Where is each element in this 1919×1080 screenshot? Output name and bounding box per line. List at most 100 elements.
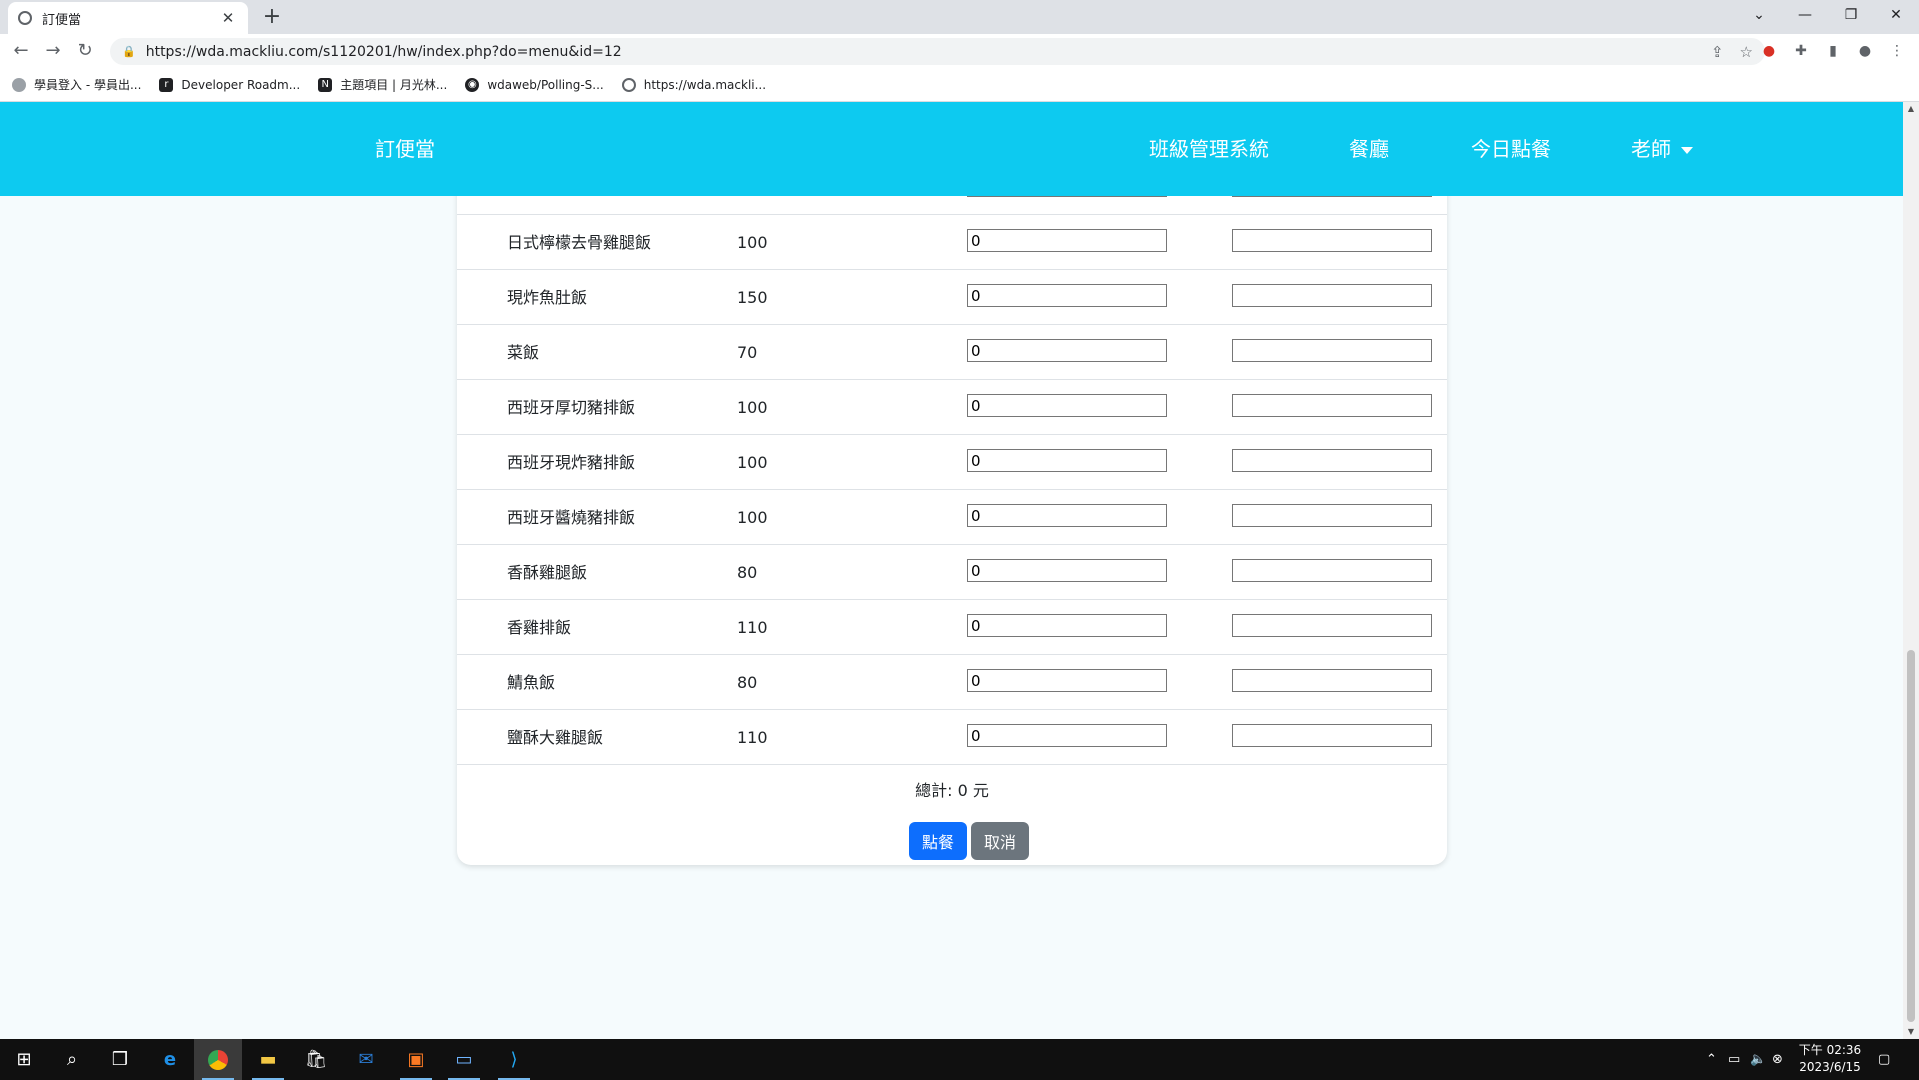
action-center-icon[interactable]: ▢ [1878, 1039, 1890, 1080]
menu-row: 日式檸檬去骨雞腿飯 100 [457, 215, 1447, 270]
scroll-down-arrow-icon[interactable]: ▼ [1903, 1025, 1919, 1039]
nav-dropdown-label: 老師 [1631, 137, 1671, 161]
quantity-input[interactable] [967, 449, 1167, 472]
search-icon[interactable]: ⌕ [48, 1039, 96, 1080]
github-icon: ◉ [465, 77, 480, 92]
note-input[interactable] [1232, 284, 1432, 307]
note-input[interactable] [1232, 394, 1432, 417]
chrome-icon[interactable] [194, 1039, 242, 1080]
note-input[interactable] [1232, 559, 1432, 582]
windows-taskbar: ⊞ ⌕ ❒ e ▬ 🛍 ✉ ▣ ▭ ⟩ ⌃ ▭ 🔈 ⊗ 下午 02:36 202… [0, 1039, 1919, 1080]
menu-item-price: 70 [737, 343, 758, 362]
nav-link-restaurants[interactable]: 餐廳 [1349, 102, 1389, 196]
tab-title: 訂便當 [42, 12, 82, 28]
vscode-icon[interactable]: ⟩ [490, 1039, 538, 1080]
extension-icon[interactable]: ● [1758, 41, 1780, 61]
clock-time: 下午 02:36 [1798, 1043, 1862, 1057]
page-scrollbar[interactable]: ▲ ▼ [1903, 102, 1919, 1039]
volume-muted-icon[interactable]: 🔈 [1750, 1039, 1766, 1080]
bookmark-item[interactable]: r Developer Roadm... [159, 77, 301, 92]
roadmap-icon: r [159, 77, 174, 92]
quantity-input[interactable] [967, 394, 1167, 417]
bookmark-item[interactable]: ◉ wdaweb/Polling-S... [465, 77, 604, 92]
menu-item-price: 110 [737, 728, 768, 747]
close-tab-icon[interactable]: ✕ [218, 9, 238, 27]
notification-badge-icon[interactable]: ⊗ [1772, 1039, 1783, 1080]
restore-button[interactable]: ❐ [1828, 0, 1874, 30]
bookmark-label: wdaweb/Polling-S... [487, 77, 604, 92]
back-icon[interactable]: ← [8, 39, 34, 63]
quantity-input[interactable] [967, 339, 1167, 362]
edge-icon[interactable]: e [146, 1039, 194, 1080]
quantity-input[interactable] [967, 724, 1167, 747]
bookmark-label: https://wda.mackli... [643, 77, 767, 92]
scroll-thumb[interactable] [1907, 650, 1915, 1022]
tab-search-icon[interactable]: ⌄ [1736, 0, 1782, 30]
file-explorer-icon[interactable]: ▬ [244, 1039, 292, 1080]
network-icon[interactable]: ▭ [1728, 1039, 1740, 1080]
bookmark-item[interactable]: N 主題項目 | 月光林... [318, 76, 447, 93]
share-icon[interactable]: ⇪ [1711, 43, 1724, 61]
browser-tab[interactable]: 訂便當 ✕ [8, 2, 248, 34]
menu-row: 菜飯 70 [457, 325, 1447, 380]
menu-item-name: 西班牙厚切豬排飯 [507, 398, 636, 417]
quantity-input[interactable] [967, 559, 1167, 582]
quantity-input[interactable] [967, 504, 1167, 527]
bookmark-item[interactable]: 學員登入 - 學員出... [12, 76, 141, 93]
bookmark-star-icon[interactable]: ☆ [1740, 43, 1753, 61]
menu-row: 香雞排飯 110 [457, 600, 1447, 655]
close-window-button[interactable]: ✕ [1873, 0, 1919, 30]
nav-link-class-system[interactable]: 班級管理系統 [1149, 102, 1269, 196]
taskbar-clock[interactable]: 下午 02:36 2023/6/15 [1790, 1042, 1870, 1076]
scroll-up-arrow-icon[interactable]: ▲ [1903, 102, 1919, 116]
menu-row: 西班牙現炸豬排飯 100 [457, 435, 1447, 490]
quantity-input[interactable] [967, 284, 1167, 307]
quantity-input[interactable] [967, 229, 1167, 252]
note-input[interactable] [1232, 669, 1432, 692]
forward-icon[interactable]: → [40, 39, 66, 63]
menu-item-price: 100 [737, 233, 768, 252]
mail-icon[interactable]: ✉ [342, 1039, 390, 1080]
profile-icon[interactable]: ● [1854, 41, 1876, 61]
menu-row: 現炸魚肚飯 150 [457, 270, 1447, 325]
menu-item-price: 100 [737, 453, 768, 472]
task-view-icon[interactable]: ❒ [96, 1039, 144, 1080]
menu-row: 鯖魚飯 80 [457, 655, 1447, 710]
menu-item-name: 菜飯 [507, 343, 540, 362]
note-input[interactable] [1232, 724, 1432, 747]
reload-icon[interactable]: ↻ [72, 39, 98, 63]
bookmarks-bar: 學員登入 - 學員出... r Developer Roadm... N 主題項… [0, 68, 1919, 102]
nav-dropdown-teacher[interactable]: 老師 [1631, 102, 1693, 196]
url-text[interactable]: https://wda.mackliu.com/s1120201/hw/inde… [146, 44, 1695, 60]
quantity-input[interactable] [967, 614, 1167, 637]
store-icon[interactable]: 🛍 [292, 1039, 340, 1080]
quantity-input[interactable] [967, 669, 1167, 692]
note-input[interactable] [1232, 614, 1432, 637]
address-bar[interactable]: 🔒 https://wda.mackliu.com/s1120201/hw/in… [110, 38, 1765, 65]
menu-row: 香酥雞腿飯 80 [457, 545, 1447, 600]
note-input[interactable] [1232, 229, 1432, 252]
bookmark-item[interactable]: https://wda.mackli... [621, 77, 767, 92]
note-input[interactable] [1232, 449, 1432, 472]
puzzle-icon[interactable]: ✚ [1790, 41, 1812, 61]
menu-item-price: 100 [737, 398, 768, 417]
xampp-icon[interactable]: ▣ [392, 1039, 440, 1080]
side-panel-icon[interactable]: ▮ [1822, 41, 1844, 61]
cancel-button[interactable]: 取消 [971, 822, 1029, 860]
menu-kebab-icon[interactable]: ⋮ [1886, 41, 1908, 61]
note-input[interactable] [1232, 339, 1432, 362]
page-viewport: 訂便當 班級管理系統 餐廳 今日點餐 老師 宮保雞丁飯80日式檸檬去骨雞腿飯10… [0, 102, 1903, 1039]
menu-row: 西班牙醬燒豬排飯 100 [457, 490, 1447, 545]
new-tab-button[interactable]: + [258, 4, 286, 30]
remote-desktop-icon[interactable]: ▭ [440, 1039, 488, 1080]
site-brand[interactable]: 訂便當 [375, 102, 435, 196]
caret-down-icon [1681, 147, 1693, 154]
tray-chevron-up-icon[interactable]: ⌃ [1706, 1039, 1717, 1080]
menu-row: 西班牙厚切豬排飯 100 [457, 380, 1447, 435]
minimize-button[interactable]: — [1782, 0, 1828, 30]
note-input[interactable] [1232, 504, 1432, 527]
order-button[interactable]: 點餐 [909, 822, 967, 860]
start-windows-icon[interactable]: ⊞ [0, 1039, 48, 1080]
bookmark-label: Developer Roadm... [181, 77, 301, 92]
nav-link-today-order[interactable]: 今日點餐 [1471, 102, 1551, 196]
